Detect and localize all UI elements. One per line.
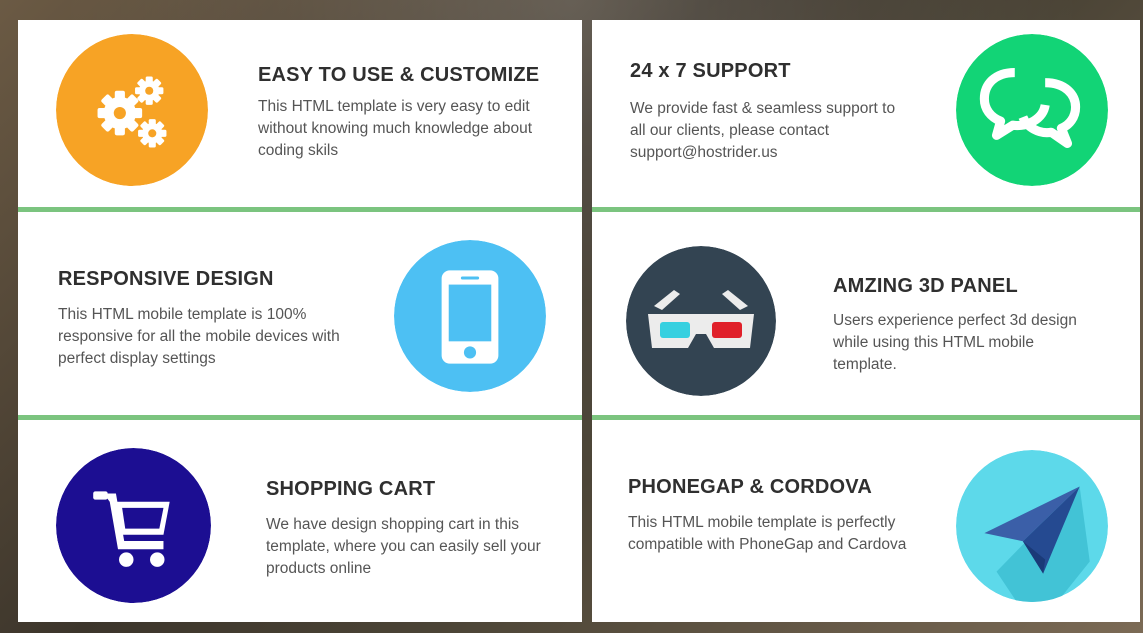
feature-desc-easy-to-use: This HTML template is very easy to edit … [258,98,533,159]
feature-desc-phonegap-cordova: This HTML mobile template is perfectly c… [628,514,907,553]
left-features-panel: EASY TO USE & CUSTOMIZE This HTML templa… [18,20,582,622]
gears-icon [56,34,208,186]
divider [18,207,582,212]
feature-desc-shopping-cart: We have design shopping cart in this tem… [266,516,541,577]
feature-title-shopping-cart: SHOPPING CART [266,478,436,500]
paper-plane-icon [956,450,1108,602]
right-features-panel: 24 x 7 SUPPORT We provide fast & seamles… [592,20,1140,622]
shopping-cart-icon [56,448,211,603]
divider [592,415,1140,420]
feature-desc-3d-panel: Users experience perfect 3d design while… [833,312,1077,373]
feature-desc-24x7-support: We provide fast & seamless support to al… [630,100,896,161]
feature-title-easy-to-use: EASY TO USE & CUSTOMIZE [258,64,540,86]
feature-title-24x7-support: 24 x 7 SUPPORT [630,60,791,82]
divider [18,415,582,420]
divider [592,207,1140,212]
feature-title-responsive-design: RESPONSIVE DESIGN [58,268,274,290]
feature-title-phonegap-cordova: PHONEGAP & CORDOVA [628,476,873,498]
chat-bubbles-icon [956,34,1108,186]
3d-glasses-icon [626,246,776,396]
smartphone-icon [394,240,546,392]
feature-desc-responsive-design: This HTML mobile template is 100% respon… [58,306,340,367]
feature-title-3d-panel: AMZING 3D PANEL [833,275,1018,297]
